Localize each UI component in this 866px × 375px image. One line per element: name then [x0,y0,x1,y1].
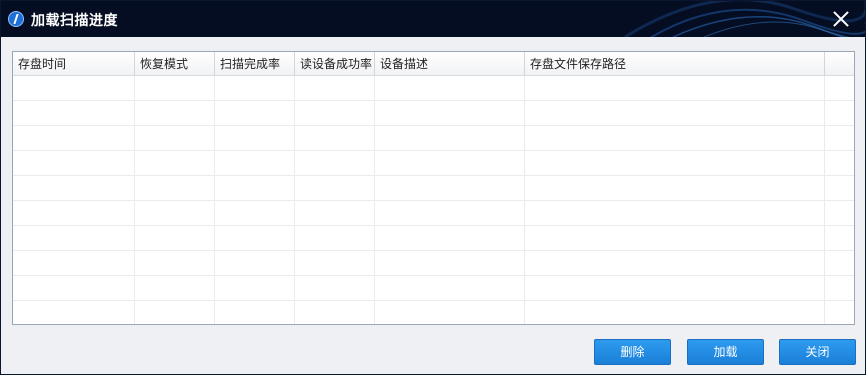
table-row[interactable] [13,101,854,126]
table-row[interactable] [13,301,854,324]
table-row[interactable] [13,226,854,251]
title-bar[interactable]: 加载扫描进度 [1,1,865,37]
table-row[interactable] [13,276,854,301]
close-icon[interactable] [829,7,853,31]
window-title: 加载扫描进度 [31,13,118,29]
column-header-save-time[interactable]: 存盘时间 [13,52,135,75]
table-row[interactable] [13,76,854,101]
column-header-read-success-rate[interactable]: 读设备成功率 [295,52,375,75]
table-row[interactable] [13,251,854,276]
column-header-device-description[interactable]: 设备描述 [375,52,525,75]
table-row[interactable] [13,201,854,226]
table-header: 存盘时间 恢复模式 扫描完成率 读设备成功率 设备描述 存盘文件保存路径 [13,52,854,76]
column-header-scan-completion[interactable]: 扫描完成率 [215,52,295,75]
scan-progress-table[interactable]: 存盘时间 恢复模式 扫描完成率 读设备成功率 设备描述 存盘文件保存路径 [12,51,855,325]
load-button[interactable]: 加载 [687,339,764,365]
dialog-window: 加载扫描进度 存盘时间 恢复模式 扫描完成率 读设备成功率 设备描述 存盘文件保… [0,0,866,375]
title-bar-swirl-decoration [624,1,865,37]
table-row[interactable] [13,126,854,151]
table-row[interactable] [13,176,854,201]
table-row[interactable] [13,151,854,176]
delete-button[interactable]: 删除 [594,339,671,365]
column-header-save-path[interactable]: 存盘文件保存路径 [525,52,825,75]
app-logo-icon [8,11,24,27]
column-header-recovery-mode[interactable]: 恢复模式 [135,52,215,75]
close-button[interactable]: 关闭 [779,339,856,365]
